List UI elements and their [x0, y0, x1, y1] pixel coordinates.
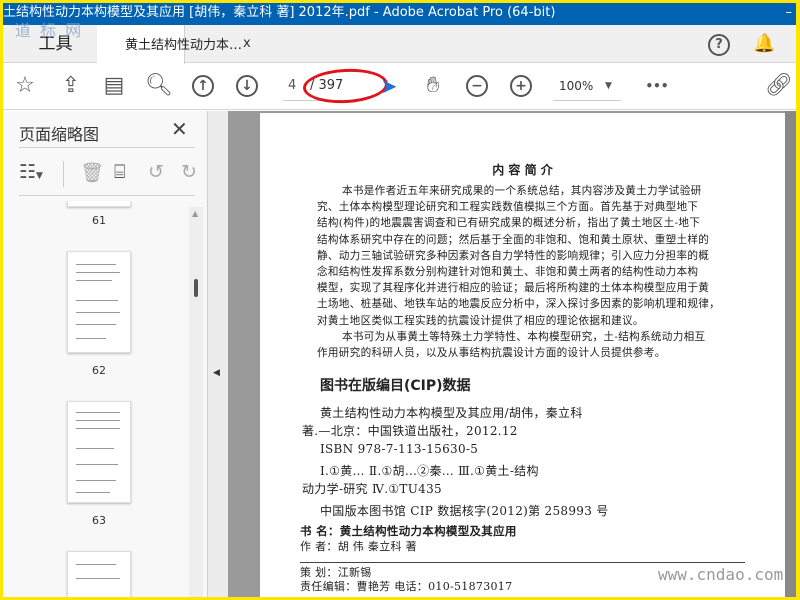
zoom-underline	[553, 100, 621, 101]
divider	[19, 195, 195, 196]
thumbnail-label: 63	[92, 514, 106, 527]
thumbnail-options-icon[interactable]: ☷▼	[19, 161, 43, 183]
bell-icon[interactable]: 🔔	[753, 33, 775, 54]
tab-document[interactable]: 黄土结构性动力本…	[97, 25, 242, 64]
divider	[300, 562, 745, 563]
document-view: 内 容 简 介 本书是作者近五年来研究成果的一个系统总结，其内容涉及黄土力学试验…	[228, 111, 785, 597]
close-tab-button[interactable]: x	[243, 36, 251, 51]
panel-scrollbar[interactable]: ▲	[189, 207, 203, 597]
print-icon[interactable]: ▤	[100, 72, 128, 100]
prev-page-icon[interactable]: ↑	[192, 75, 214, 97]
thumbnail-label: 61	[92, 214, 106, 227]
toolbar: ☆ ⇪ ▤ 🔍︎ ↑ ↓ 4 / 397 ➤ ✋︎ − + 100% ▼ •••…	[3, 64, 796, 110]
next-page-icon[interactable]: ↓	[236, 75, 258, 97]
thumbnail-panel: 页面缩略图 ✕ ☷▼ 🗑︎ ⌸ ↺ ↻ 61 62 63 ▲	[3, 111, 207, 597]
site-watermark: www.cndao.com	[658, 565, 784, 584]
intro-line: 本书可为从事黄土等特殊土力学特性、本构模型研究，土-结构系统动力相互	[342, 330, 706, 343]
page-thumbnail[interactable]	[67, 201, 131, 207]
cip-line: ISBN 978-7-113-15630-5	[320, 442, 479, 456]
zoom-out-icon[interactable]: −	[466, 75, 488, 97]
rotate-right-icon[interactable]: ↻	[181, 161, 197, 183]
page-thumbnail[interactable]	[67, 551, 131, 597]
intro-line: 念和结构性发挥系数分别构建针对饱和黄土、非饱和黄土两者的结构性动力本构	[317, 266, 699, 278]
collapse-panel-icon[interactable]: ◀	[213, 368, 220, 378]
trash-icon[interactable]: 🗑︎	[80, 161, 104, 184]
insert-page-icon[interactable]: ⌸	[114, 161, 125, 183]
minimize-button[interactable]: –	[786, 3, 793, 23]
book-editor: 责任编辑：曹艳芳 电话：010-51873017	[300, 580, 513, 593]
cip-heading: 图书在版编目(CIP)数据	[320, 378, 471, 394]
select-cursor-icon[interactable]: ➤	[375, 72, 403, 100]
intro-line: 本书是作者近五年来研究成果的一个系统总结，其内容涉及黄土力学试验研	[342, 185, 702, 197]
divider	[19, 147, 195, 148]
tab-document-label: 黄土结构性动力本…	[125, 38, 243, 53]
intro-line: 静、动力三轴试验研究多种因素对各自力学特性的影响规律；引入应力分担率的概	[317, 249, 710, 262]
page-thumbnail[interactable]	[67, 401, 131, 503]
intro-heading: 内 容 简 介	[492, 163, 553, 177]
panel-splitter[interactable]: ◀	[207, 111, 228, 597]
book-name: 书 名：黄土结构性动力本构模型及其应用	[300, 524, 517, 538]
intro-line: 模型，实现了其程序化并进行相应的验证；最后将所构建的土体本构模型应用于黄	[317, 282, 710, 295]
zoom-in-icon[interactable]: +	[510, 75, 532, 97]
rotate-left-icon[interactable]: ↺	[148, 161, 164, 183]
title-bar: 土结构性动力本构模型及其应用 [胡伟，秦立科 著] 2012年.pdf - Ad…	[3, 3, 796, 25]
more-icon[interactable]: •••	[643, 72, 671, 100]
page-number-input[interactable]: 4	[288, 76, 302, 96]
cip-line: 著.—北京：中国铁道出版社，2012.12	[302, 424, 518, 438]
window-title: 土结构性动力本构模型及其应用 [胡伟，秦立科 著] 2012年.pdf - Ad…	[3, 5, 556, 20]
help-icon[interactable]: ?	[708, 34, 730, 56]
close-panel-button[interactable]: ✕	[171, 117, 188, 141]
link-icon[interactable]: 🔗︎	[765, 72, 793, 100]
page-thumbnail[interactable]	[67, 251, 131, 353]
cip-line: 中国版本图书馆 CIP 数据核字(2012)第 258993 号	[320, 504, 609, 518]
intro-line: 结构(构件)的地震震害调查和已有研究成果的概述分析，指出了黄土地区土-地下	[317, 217, 701, 230]
hand-icon[interactable]: ✋︎	[419, 72, 447, 100]
search-zoom-icon[interactable]: 🔍︎	[145, 72, 173, 100]
divider	[63, 161, 64, 187]
thumbnail-list: 61 62 63	[3, 201, 207, 597]
zoom-level[interactable]: 100%	[559, 76, 593, 96]
cip-line: 动力学-研究 Ⅳ.①TU435	[302, 482, 442, 496]
cip-line: 黄土结构性动力本构模型及其应用/胡伟，秦立科	[320, 406, 583, 420]
logo-watermark: 道 标 网	[15, 21, 84, 40]
book-authors: 作 者：胡 伟 秦立科 著	[300, 540, 417, 553]
intro-line: 究、土体本构模型理论研究和工程实践数值模拟三个方面。首先基于对典型地下	[317, 201, 699, 214]
intro-line: 作用研究的科研人员，以及从事结构抗震设计方面的设计人员提供参考。	[317, 347, 666, 359]
pdf-page: 内 容 简 介 本书是作者近五年来研究成果的一个系统总结，其内容涉及黄土力学试验…	[260, 113, 785, 597]
thumbnail-label: 62	[92, 364, 106, 377]
acrobat-window: 土结构性动力本构模型及其应用 [胡伟，秦立科 著] 2012年.pdf - Ad…	[3, 3, 796, 597]
panel-title: 页面缩略图	[19, 125, 100, 144]
zoom-dropdown-icon[interactable]: ▼	[605, 76, 612, 96]
tab-bar: 工具 黄土结构性动力本… x ? 🔔	[3, 25, 796, 64]
document-scrollbar[interactable]	[785, 111, 796, 597]
intro-line: 对黄土地区类似工程实践的抗震设计提供了相应的理论依据和建议。	[317, 314, 644, 327]
cloud-upload-icon[interactable]: ⇪	[57, 72, 85, 100]
cip-line: Ⅰ.①黄… Ⅱ.①胡…②秦… Ⅲ.①黄土-结构	[320, 464, 539, 478]
intro-line: 土场地、桩基础、地铁车站的地震反应分析中，深入探讨多因素的影响机理和规律，	[317, 298, 721, 311]
star-icon[interactable]: ☆	[11, 72, 39, 100]
intro-line: 结构体系研究中存在的问题；然后基于全面的非饱和、饱和黄土原状、重塑土样的	[317, 233, 710, 246]
